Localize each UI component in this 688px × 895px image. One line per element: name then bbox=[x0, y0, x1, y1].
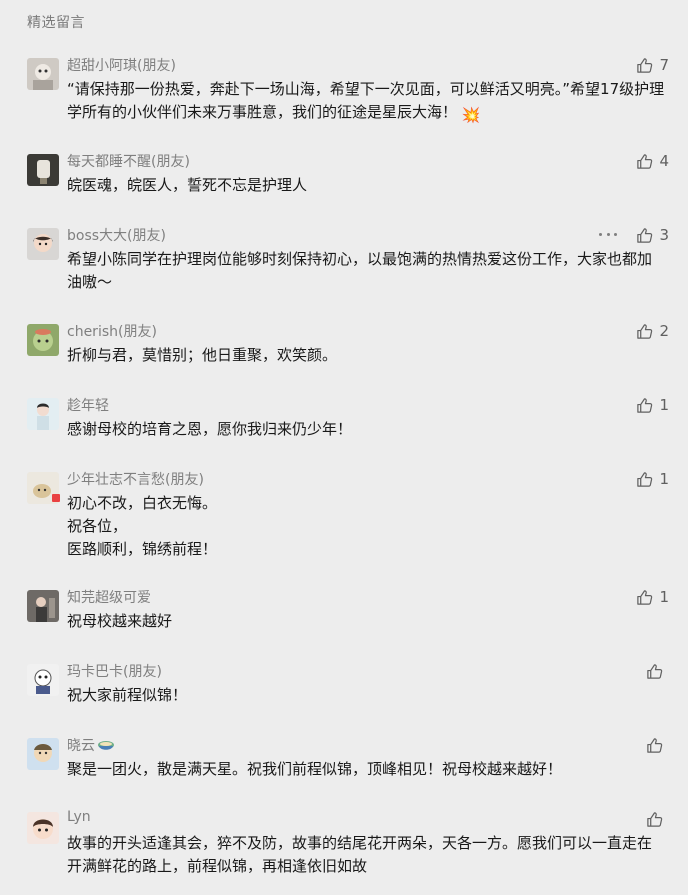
thumbs-up-icon bbox=[647, 737, 663, 753]
status-badge bbox=[52, 494, 60, 502]
like-button[interactable]: 1 bbox=[636, 469, 669, 489]
avatar[interactable] bbox=[27, 228, 59, 260]
avatar[interactable] bbox=[27, 738, 59, 770]
comment-nickname[interactable]: 晓云 bbox=[67, 735, 115, 755]
comment-nickname[interactable]: 玛卡巴卡(朋友) bbox=[67, 661, 162, 681]
comment-text: “请保持那一份热爱，奔赴下一场山海，希望下一次见面，可以鲜活又明亮。”希望17级… bbox=[67, 78, 665, 127]
avatar[interactable] bbox=[27, 154, 59, 186]
like-count: 7 bbox=[659, 56, 669, 74]
comment-nickname[interactable]: 每天都睡不醒(朋友) bbox=[67, 151, 190, 171]
thumbs-up-icon bbox=[637, 589, 653, 605]
comment-text: 希望小陈同学在护理岗位能够时刻保持初心，以最饱满的热情热爱这份工作，大家也都加油… bbox=[67, 250, 653, 291]
like-count: 1 bbox=[659, 396, 669, 414]
comment-nickname[interactable]: 趁年轻 bbox=[67, 395, 109, 415]
like-button[interactable]: 4 bbox=[636, 151, 669, 171]
more-options-button[interactable] bbox=[599, 226, 617, 242]
like-button[interactable] bbox=[646, 661, 669, 681]
comment-text: 皖医魂，皖医人，誓死不忘是护理人 bbox=[67, 176, 308, 194]
thumbs-up-icon bbox=[637, 397, 653, 413]
boom-emoji: 💥 bbox=[461, 106, 481, 124]
avatar[interactable] bbox=[27, 58, 59, 90]
like-button[interactable] bbox=[646, 809, 669, 829]
like-count: 1 bbox=[659, 588, 669, 606]
avatar[interactable] bbox=[27, 664, 59, 696]
like-button[interactable]: 2 bbox=[636, 321, 669, 341]
avatar[interactable] bbox=[27, 324, 59, 356]
thumbs-up-icon bbox=[647, 663, 663, 679]
comment-text: 初心不改，白衣无悔。 祝各位， 医路顺利，锦绣前程！ bbox=[67, 494, 218, 558]
thumbs-up-icon bbox=[637, 153, 653, 169]
comment-nickname[interactable]: Lyn bbox=[67, 809, 91, 825]
like-button[interactable]: 7 bbox=[636, 55, 669, 75]
like-button[interactable]: 1 bbox=[636, 587, 669, 607]
comment-nickname[interactable]: 知芫超级可爱 bbox=[67, 587, 151, 607]
comment-nickname[interactable]: boss大大(朋友) bbox=[67, 225, 166, 245]
like-count: 1 bbox=[659, 470, 669, 488]
thumbs-up-icon bbox=[647, 811, 663, 827]
comment-text: 折柳与君，莫惜别；他日重聚，欢笑颜。 bbox=[67, 346, 338, 364]
avatar[interactable] bbox=[27, 590, 59, 622]
thumbs-up-icon bbox=[637, 471, 653, 487]
comment-text: 祝母校越来越好 bbox=[67, 612, 173, 630]
comment-nickname[interactable]: cherish(朋友) bbox=[67, 321, 157, 341]
comment-nickname[interactable]: 少年壮志不言愁(朋友) bbox=[67, 469, 204, 489]
comment-text: 故事的开头适逢其会，猝不及防，故事的结尾花开两朵，天各一方。愿我们可以一直走在开… bbox=[67, 834, 653, 875]
bowl-icon bbox=[98, 741, 114, 750]
like-count: 4 bbox=[659, 152, 669, 170]
thumbs-up-icon bbox=[637, 227, 653, 243]
like-count: 3 bbox=[659, 226, 669, 244]
thumbs-up-icon bbox=[637, 323, 653, 339]
like-button[interactable]: 3 bbox=[636, 225, 669, 245]
avatar[interactable] bbox=[27, 812, 59, 844]
like-button[interactable]: 1 bbox=[636, 395, 669, 415]
like-button[interactable] bbox=[646, 735, 669, 755]
comment-text: 聚是一团火，散是满天星。祝我们前程似锦，顶峰相见！祝母校越来越好！ bbox=[67, 760, 563, 778]
like-count: 2 bbox=[659, 322, 669, 340]
comment-nickname[interactable]: 超甜小阿琪(朋友) bbox=[67, 55, 176, 75]
comment-text: 祝大家前程似锦！ bbox=[67, 686, 188, 704]
comment-text: 感谢母校的培育之恩，愿你我归来仍少年！ bbox=[67, 420, 353, 438]
comment-list: 超甜小阿琪(朋友) 7 “请保持那一份热爱，奔赴下一场山海，希望下一次见面，可以… bbox=[0, 0, 688, 895]
thumbs-up-icon bbox=[637, 57, 653, 73]
avatar[interactable] bbox=[27, 398, 59, 430]
